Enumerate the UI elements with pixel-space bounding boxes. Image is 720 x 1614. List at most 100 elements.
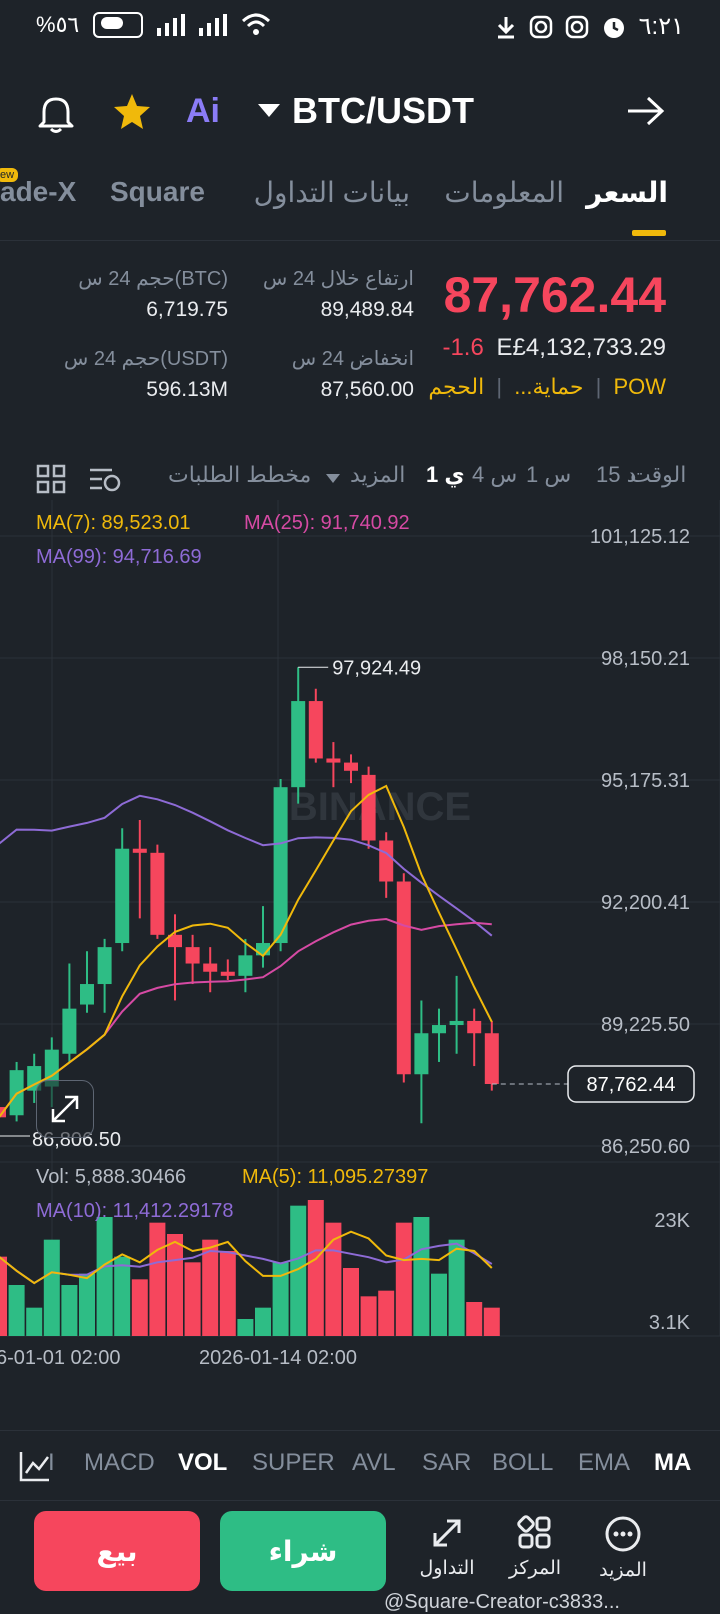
y-axis-tick: 89,225.50: [601, 1014, 690, 1036]
expand-chart-button[interactable]: [36, 1080, 94, 1138]
fiat-price: E£4,132,733.29: [496, 334, 667, 361]
timeframe-1d[interactable]: 1 ي: [426, 462, 465, 488]
volume-bar: [255, 1307, 271, 1336]
candle-body: [150, 852, 165, 935]
volume-bar: [79, 1273, 95, 1336]
indicator-partial[interactable]: I: [48, 1449, 55, 1477]
position-nav[interactable]: المركز: [490, 1515, 580, 1580]
ai-button[interactable]: Ai: [186, 92, 220, 131]
volume-bar: [26, 1307, 43, 1336]
tab-bar: السعر المعلومات بيانات التداول Square ad…: [0, 168, 720, 241]
candle-body: [379, 840, 394, 882]
arrow-right-icon[interactable]: [626, 94, 666, 128]
chevron-down-icon[interactable]: [326, 474, 340, 483]
tab-square[interactable]: Square: [110, 176, 205, 208]
tag-volume[interactable]: الحجم: [428, 374, 484, 399]
volume-y-tick: 23K: [654, 1210, 690, 1232]
volume-bar: [378, 1290, 395, 1336]
volume-bar: [0, 1256, 7, 1336]
depth-chart-tab[interactable]: مخطط الطلبات: [168, 462, 311, 488]
candle-body: [185, 947, 200, 964]
low-value: 87,560.00: [320, 378, 414, 401]
vol-ma5-legend: MA(5): 11,095.27397: [242, 1166, 429, 1188]
indicator-super[interactable]: SUPER: [252, 1449, 335, 1477]
candle-body: [308, 701, 323, 759]
chart-settings-icon[interactable]: [88, 464, 122, 494]
timeframe-4h[interactable]: 4 س: [472, 462, 517, 488]
candle-body: [203, 963, 218, 972]
y-axis-tick: 86,250.60: [601, 1136, 690, 1158]
volume-bar: [448, 1239, 465, 1336]
tag-pow[interactable]: POW: [613, 374, 666, 399]
bell-icon[interactable]: [36, 92, 76, 134]
indicator-avl[interactable]: AVL: [352, 1449, 396, 1477]
ma7-legend: MA(7): 89,523.01: [36, 512, 191, 534]
alarm-icon: [603, 17, 624, 38]
y-axis-tick: 92,200.41: [601, 892, 690, 914]
star-icon[interactable]: [112, 92, 152, 132]
candle-body: [80, 984, 94, 1005]
chevron-down-icon[interactable]: [258, 104, 280, 118]
battery-percent: %٥٦: [36, 12, 80, 37]
candle-body: [432, 1025, 446, 1034]
tab-trading-data[interactable]: بيانات التداول: [254, 176, 410, 209]
trade-icon: [433, 1519, 461, 1547]
grid-layout-icon[interactable]: [36, 464, 66, 494]
tab-info[interactable]: المعلومات: [444, 176, 564, 209]
price-change-row: -1.6 E£4,132,733.29: [442, 334, 666, 362]
candlestick-chart[interactable]: BINANCE 101,125.12 98,150.21 95,175.31 92,20…: [0, 500, 720, 1430]
high-value: 89,489.84: [320, 298, 414, 321]
volume-bar: [184, 1262, 201, 1336]
candle-body: [344, 762, 358, 771]
x-axis-tick: 6-01-01 02:00: [0, 1347, 121, 1369]
candle-body: [62, 1008, 77, 1054]
volume-bar: [43, 1239, 60, 1336]
tag-more[interactable]: حماية...: [514, 374, 583, 399]
pair-title[interactable]: BTC/USDT: [292, 90, 474, 132]
candle-body: [361, 774, 376, 841]
volume-bar: [167, 1234, 183, 1336]
indicator-ema[interactable]: EMA: [578, 1449, 630, 1477]
timeframe-1h[interactable]: 1 س: [526, 462, 571, 488]
buy-button[interactable]: شراء: [220, 1511, 386, 1591]
current-price-label: 87,762.44: [587, 1074, 676, 1096]
indicator-boll[interactable]: BOLL: [492, 1449, 553, 1477]
tab-price[interactable]: السعر: [586, 176, 668, 209]
timeframe-time[interactable]: الوقت: [630, 462, 686, 488]
candle-body: [115, 848, 130, 944]
volume-bar: [219, 1251, 236, 1336]
expand-icon: [51, 1095, 79, 1123]
volume-bar: [114, 1256, 131, 1336]
instagram-icon-2: [565, 15, 588, 38]
last-price: 87,762.44: [443, 267, 666, 323]
candle-body: [326, 758, 341, 763]
volume-bar: [8, 1285, 25, 1336]
indicator-macd[interactable]: MACD: [84, 1449, 155, 1477]
volume-bar: [131, 1279, 148, 1336]
position-icon: [517, 1515, 551, 1549]
candle-body: [467, 1020, 482, 1034]
indicator-vol[interactable]: VOL: [178, 1449, 227, 1477]
indicator-ma[interactable]: MA: [654, 1449, 691, 1477]
indicator-chart-icon[interactable]: [18, 1449, 52, 1483]
volume-bar: [237, 1319, 254, 1336]
vol-usdt-value: 596.13M: [146, 378, 228, 401]
candle-body: [396, 881, 411, 1075]
more-nav[interactable]: المزيد: [578, 1515, 668, 1582]
more-timeframes[interactable]: المزيد: [350, 462, 405, 488]
volume-bar: [307, 1200, 324, 1336]
new-badge: ew: [0, 168, 19, 182]
volume-bar: [466, 1302, 483, 1336]
volume-y-tick: 3.1K: [649, 1312, 691, 1334]
trade-nav[interactable]: التداول: [402, 1515, 492, 1580]
header: Ai BTC/USDT: [0, 80, 720, 150]
volume-bar: [395, 1222, 412, 1336]
vol-usdt-label: حجم 24 س(USDT): [63, 348, 228, 370]
sell-button[interactable]: بيع: [34, 1511, 200, 1591]
candle-body: [449, 1020, 464, 1026]
active-tab-indicator: [632, 230, 666, 236]
candle-body: [484, 1033, 499, 1084]
bottom-action-bar: بيع شراء التداول المركز المزيد @Square-C…: [0, 1500, 720, 1613]
clock: ٦:٢١: [638, 13, 684, 40]
indicator-sar[interactable]: SAR: [422, 1449, 471, 1477]
